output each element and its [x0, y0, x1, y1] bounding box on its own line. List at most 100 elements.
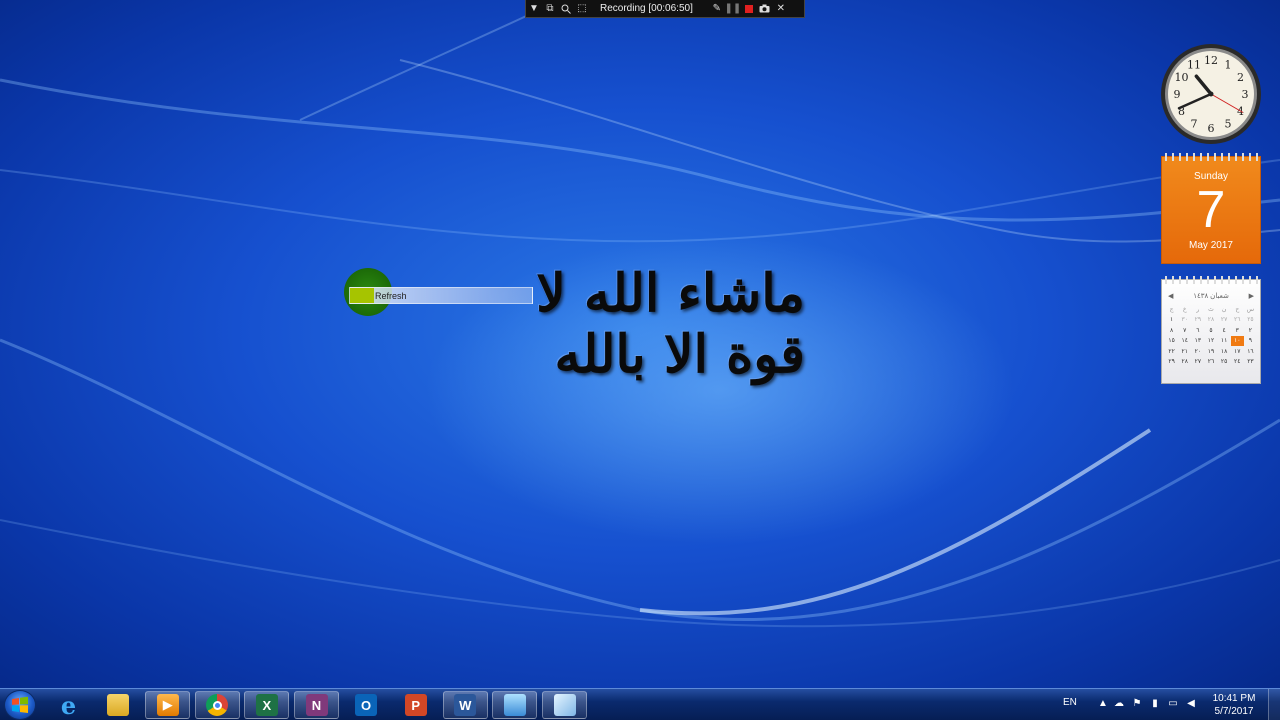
desktop[interactable]: ماشاء الله لا قوة الا بالله Refresh ▼ ⧉ …	[0, 0, 1280, 688]
calendar-day-cell[interactable]: ٢١	[1178, 346, 1191, 357]
calendar-day-cell[interactable]: ٦	[1191, 325, 1204, 336]
month-title: شعبان ١٤٣٨	[1193, 293, 1229, 300]
snipping-tool-icon	[553, 694, 576, 716]
calendar-day-cell[interactable]: ٤	[1218, 325, 1231, 336]
taskbar-media-player-button[interactable]: ▶	[145, 691, 191, 719]
calendar-day-cell[interactable]: ١٤	[1178, 336, 1191, 347]
weekday-header: ث	[1208, 306, 1214, 313]
region-icon[interactable]: ⬚	[574, 1, 590, 17]
clock-number: 5	[1225, 117, 1232, 130]
calendar-day-cell[interactable]: ١٢	[1204, 336, 1217, 347]
calendar-day-cell[interactable]: ٣	[1231, 325, 1244, 336]
weekday-header: ن	[1221, 306, 1227, 313]
calendar-day-cell[interactable]: ١٣	[1191, 336, 1204, 347]
close-icon[interactable]: ✕	[773, 1, 789, 17]
recording-toolbar: ▼ ⧉ ⬚ Recording [00:06:50] ✎ ❚❚ ✕	[525, 0, 805, 18]
show-hidden-icons-icon[interactable]: ▲	[1096, 697, 1110, 711]
clock-number: 6	[1208, 122, 1215, 135]
weekday-header: ج	[1169, 306, 1174, 313]
pen-icon[interactable]: ✎	[709, 1, 725, 17]
calendar-day-cell[interactable]: ١١	[1218, 336, 1231, 347]
calendar-day-cell[interactable]: ٧	[1178, 325, 1191, 336]
volume-icon[interactable]: ◀	[1184, 697, 1198, 711]
calendar-day-cell[interactable]: ٢٨	[1178, 357, 1191, 368]
internet-explorer-icon: e	[60, 690, 77, 720]
clock-tray[interactable]: 10:41 PM 5/7/2017	[1206, 692, 1262, 718]
taskbar-powerpoint-button[interactable]: P	[393, 691, 438, 719]
day-number: 7	[1196, 181, 1226, 239]
zoom-icon[interactable]	[558, 1, 574, 17]
taskbar-excel-button[interactable]: X	[244, 691, 290, 719]
calendar-day-cell[interactable]: ١٧	[1231, 346, 1244, 357]
calendar-day-cell[interactable]: ٢٠	[1191, 346, 1204, 357]
camera-icon[interactable]	[757, 1, 773, 17]
taskbar-file-explorer-button[interactable]	[96, 691, 141, 719]
calendar-day-cell[interactable]: ٢٥	[1218, 357, 1231, 368]
pause-icon[interactable]: ❚❚	[724, 1, 741, 17]
calendar-day-cell[interactable]: ١٦	[1244, 346, 1257, 357]
cloud-icon[interactable]: ☁	[1112, 697, 1126, 711]
taskbar-outlook-button[interactable]: O	[344, 691, 389, 719]
calendar-day-cell[interactable]: ١٠	[1230, 335, 1244, 346]
binding-rings	[1162, 153, 1260, 161]
calendar-day-cell[interactable]: ٥	[1204, 325, 1217, 336]
media-player-icon: ▶	[156, 694, 179, 716]
calendar-day-cell[interactable]: ٢٣	[1244, 357, 1257, 368]
clock-gadget[interactable]: 121234567891011	[1160, 43, 1262, 145]
calendar-day-cell[interactable]: ١٨	[1218, 346, 1231, 357]
clock-number: 2	[1237, 71, 1244, 84]
calendar-day-cell[interactable]: ٢	[1244, 325, 1257, 336]
clock-number: 7	[1191, 117, 1198, 130]
file-explorer-icon	[107, 694, 130, 716]
show-desktop-button[interactable]	[1268, 689, 1280, 720]
chrome-icon	[206, 694, 229, 716]
calendar-day-cell[interactable]: ٨	[1165, 325, 1178, 336]
start-button[interactable]	[4, 690, 36, 720]
taskbar-onenote-button[interactable]: N	[294, 691, 339, 719]
calendar-day-cell[interactable]: ٢٩	[1165, 357, 1178, 368]
calendar-day-cell[interactable]: ٢٥	[1244, 315, 1257, 326]
clock-number: 3	[1242, 88, 1249, 101]
weekday-header: ر	[1196, 306, 1200, 313]
taskbar: e ▶ X N O P W EN ▲ ☁ ⚑ ▮ ▭ ◀ 10:41 PM 5/7/2017	[0, 688, 1280, 720]
calendar-day-cell[interactable]: ٣٠	[1178, 315, 1191, 326]
calendar-day-cell[interactable]: ١	[1165, 315, 1178, 326]
calendar-day-cell[interactable]: ٢٦	[1231, 315, 1244, 326]
calendar-day-cell[interactable]: ١٥	[1165, 336, 1178, 347]
action-center-flag-icon[interactable]: ⚑	[1130, 697, 1144, 711]
taskbar-word-button[interactable]: W	[442, 691, 488, 719]
calendar-day-cell[interactable]: ٢٧	[1191, 357, 1204, 368]
clock-number: 9	[1174, 88, 1181, 101]
window-icon[interactable]: ⧉	[542, 1, 558, 17]
remote-desktop-icon	[503, 694, 526, 716]
calendar-day-cell[interactable]: ٢٢	[1165, 346, 1178, 357]
calendar-day-cell[interactable]: ٩	[1244, 336, 1257, 347]
calendar-day-cell[interactable]: ٢٤	[1231, 357, 1244, 368]
calendar-day-cell[interactable]: ٢٩	[1191, 315, 1204, 326]
next-month-icon[interactable]: ▶	[1249, 292, 1254, 300]
month-calendar-gadget[interactable]: ◀ شعبان ١٤٣٨ ▶ ج خ ر ث ن ح س ١ ٣٠ ٢٩ ٢٨ ٢٧ ٢٦ ٢٥ ٨ ٧ ٦ ٥ ٤…	[1161, 276, 1261, 384]
prev-month-icon[interactable]: ◀	[1168, 292, 1173, 300]
month-grid: ج خ ر ث ن ح س ١ ٣٠ ٢٩ ٢٨ ٢٧ ٢٦ ٢٥ ٨ ٧ ٦ ٥ ٤ ٣ ٢ ١٥ ١٤ ١٣ ١٢ ١١ ١٠ ٩…	[1165, 304, 1257, 367]
tray-time: 10:41 PM	[1212, 693, 1256, 704]
calendar-date-gadget[interactable]: Sunday 7 May 2017	[1161, 153, 1261, 264]
clock-number: 11	[1187, 59, 1201, 72]
taskbar-snipping-tool-button[interactable]	[542, 691, 587, 719]
calendar-day-cell[interactable]: ٢٦	[1204, 357, 1217, 368]
clock-number: 1	[1225, 59, 1232, 72]
network-icon[interactable]: ▭	[1166, 697, 1180, 711]
taskbar-remote-desktop-button[interactable]	[492, 691, 538, 719]
calendar-day-cell[interactable]: ١٩	[1204, 346, 1217, 357]
calendar-day-cell[interactable]: ٢٧	[1218, 315, 1231, 326]
calendar-day-cell[interactable]: ٢٨	[1204, 315, 1217, 326]
taskbar-chrome-button[interactable]	[194, 691, 240, 719]
dropdown-icon[interactable]: ▼	[526, 1, 542, 17]
weekday-header: ح	[1235, 306, 1240, 313]
onenote-icon: N	[305, 694, 328, 716]
device-icon[interactable]: ▮	[1148, 697, 1162, 711]
taskbar-internet-explorer-button[interactable]: e	[46, 690, 91, 720]
word-icon: W	[454, 694, 477, 716]
language-indicator[interactable]: EN	[1063, 697, 1077, 708]
stop-record-icon[interactable]	[741, 1, 757, 17]
context-menu-refresh[interactable]: Refresh	[349, 287, 533, 304]
